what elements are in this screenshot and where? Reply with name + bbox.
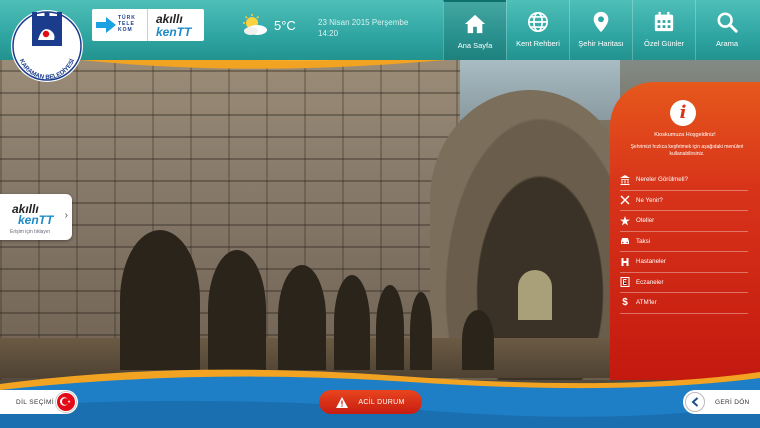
partner-logos: TÜRK TELE KOM akıllı kenTT [92,9,204,41]
time: 14:20 [318,29,339,38]
warning-icon [336,396,349,408]
star-icon [620,215,630,226]
emergency-label: ACİL DURUM [358,398,405,406]
pharmacy-icon [620,277,630,288]
info-panel: i Kioskumuza Hoşgeldiniz! Şehrimizi hızl… [610,82,760,380]
landmark-icon [620,174,630,185]
language-label: DİL SEÇİMİ [16,398,55,406]
menu-item-sights[interactable]: Nereler Görülmeli? [620,170,748,191]
akilli-kent-logo: akıllı kenTT [156,12,192,39]
chevron-right-icon: › [64,210,68,221]
telekom-wordmark: TÜRK TELE KOM [118,15,136,33]
calendar-icon [654,11,674,32]
back-button[interactable]: GERİ DÖN [683,390,760,414]
top-bar: TÜRK TELE KOM akıllı kenTT 5°C 23 Nisan … [0,0,760,60]
nav-city-map[interactable]: Şehir Haritası [569,0,632,60]
language-selector[interactable]: DİL SEÇİMİ [0,390,78,414]
welcome-text: Kioskumuza Hoşgeldiniz! [654,132,716,138]
telekom-arrow-icon [96,17,116,33]
arch [120,230,200,370]
fork-knife-icon [620,195,630,205]
home-icon [464,14,486,34]
welcome-subtitle: Şehrimizi hızlıca keşfetmek için aşağıda… [630,144,744,157]
nav-home[interactable]: Ana Sayfa [443,0,506,60]
bottom-bar [0,369,760,428]
menu-item-pharmacies[interactable]: Eczaneler [620,273,748,293]
nav-city-guide[interactable]: Kent Rehberi [506,0,569,60]
hospital-icon [620,257,630,267]
municipality-logo[interactable]: KARAMAN BELEDİYESİ [10,6,84,86]
menu-item-food[interactable]: Ne Yenir? [620,191,748,211]
map-pin-icon [593,11,609,33]
nav-special-days[interactable]: Özel Günler [632,0,695,60]
stone-vault [430,90,630,380]
date-time: 23 Nisan 2015 Perşembe 14:20 [318,17,408,39]
menu-item-hospitals[interactable]: Hastaneler [620,252,748,273]
taxi-icon [620,236,630,246]
partly-cloudy-icon [243,14,267,35]
weather-widget: 5°C [240,14,296,36]
back-label: GERİ DÖN [715,398,750,406]
globe-icon [528,12,548,32]
nav-search[interactable]: Arama [695,0,758,60]
vault-window [518,270,552,320]
accessibility-badge[interactable]: akıllı kenTT Erişim için tıklayın › [0,194,72,240]
search-icon [717,12,738,33]
turk-telekom-logo: TÜRK TELE KOM [92,9,148,41]
info-icon: i [670,100,696,126]
menu-item-atms[interactable]: $ ATM'ler [620,293,748,314]
chevron-left-icon [685,392,705,412]
main-nav: Ana Sayfa Kent Rehberi Şehir Haritası Öz… [443,0,758,60]
date: 23 Nisan 2015 Perşembe [318,18,409,27]
menu-item-taxi[interactable]: Taksi [620,232,748,252]
panel-menu: Nereler Görülmeli? Ne Yenir? Oteller Tak… [620,170,748,314]
badge-line2: kenTT [18,213,54,227]
emergency-button[interactable]: ACİL DURUM [319,390,422,414]
turkish-flag-icon [56,392,76,412]
menu-item-hotels[interactable]: Oteller [620,211,748,232]
temperature: 5°C [274,17,296,33]
badge-hint: Erişim için tıklayın [10,229,51,235]
dollar-icon: $ [622,297,628,309]
